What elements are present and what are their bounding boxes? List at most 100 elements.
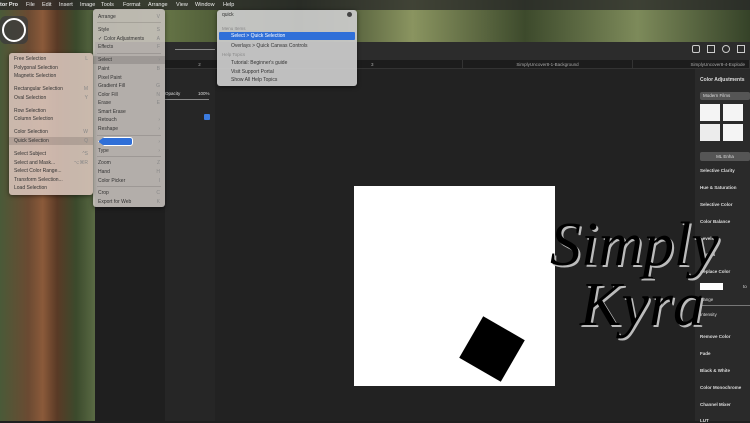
tools-menu-item[interactable]: Color Fill N bbox=[93, 91, 165, 99]
adjustment-levels[interactable]: Levels bbox=[700, 236, 714, 241]
tools-menu-item[interactable]: Style S bbox=[93, 26, 165, 34]
help-topics-header: Help Topics bbox=[222, 52, 246, 57]
menu-window[interactable]: Window bbox=[195, 2, 215, 8]
tools-menu-item[interactable]: Zoom Z bbox=[93, 159, 165, 167]
menu-format[interactable]: Format bbox=[123, 2, 140, 8]
menu-item-label: Hand bbox=[98, 169, 110, 175]
tools-menu-item[interactable]: ✓ Color Adjustments A bbox=[93, 35, 165, 43]
select-menu-item[interactable]: Magnetic Selection bbox=[9, 72, 93, 80]
help-topic[interactable]: Show All Help Topics bbox=[231, 77, 277, 83]
tools-menu-item[interactable]: Effects F bbox=[93, 43, 165, 51]
select-menu-item[interactable]: Quick Selection Q bbox=[9, 137, 93, 145]
tools-menu-item[interactable]: Smart Erase bbox=[93, 108, 165, 116]
select-menu-item[interactable]: Load Selection bbox=[9, 184, 93, 192]
menu-insert[interactable]: Insert bbox=[59, 2, 73, 8]
info-icon[interactable] bbox=[722, 45, 730, 53]
tools-menu-item[interactable]: Erase E bbox=[93, 99, 165, 107]
menu-item-label: Load Selection bbox=[14, 185, 48, 191]
menu-item-label: Effects bbox=[98, 44, 114, 50]
color-adjustments-panel: Color Adjustments Modern Films ML Enha S… bbox=[695, 69, 750, 423]
adjustment-hue-saturation[interactable]: Hue & Saturation bbox=[700, 185, 737, 190]
select-menu-item[interactable]: Color Selection W bbox=[9, 128, 93, 136]
preset-thumb[interactable] bbox=[700, 104, 720, 121]
tools-menu-item[interactable]: Gradient Fill G bbox=[93, 82, 165, 90]
app-name[interactable]: tor Pro bbox=[0, 2, 18, 8]
menu-item-label: Zoom bbox=[98, 160, 111, 166]
select-menu-item[interactable]: Select Subject ^S bbox=[9, 150, 93, 158]
clear-search-icon[interactable] bbox=[347, 12, 352, 17]
tools-menu-item[interactable]: Hand H bbox=[93, 168, 165, 176]
menu-view[interactable]: View bbox=[176, 2, 188, 8]
select-menu-item[interactable]: Select Color Range... bbox=[9, 167, 93, 175]
tools-menu-item[interactable]: Arrange V bbox=[93, 13, 165, 21]
document-canvas[interactable] bbox=[354, 186, 555, 386]
adjustment-color-monochrome[interactable]: Color Monochrome bbox=[700, 385, 741, 390]
select-menu-item[interactable]: Free Selection L bbox=[9, 55, 93, 63]
select-menu-item[interactable]: Select and Mask... ⌥⌘R bbox=[9, 159, 93, 167]
adjustment-selective-color[interactable]: Selective Color bbox=[700, 202, 733, 207]
help-topic[interactable]: Tutorial: Beginner's guide bbox=[231, 60, 287, 66]
menu-item-shortcut: › bbox=[158, 57, 160, 63]
tab-background[interactable]: SimplyUncover8-1-Background bbox=[463, 60, 633, 69]
tools-menu-item[interactable]: Color Picker I bbox=[93, 177, 165, 185]
select-menu-item[interactable]: Transform Selection... bbox=[9, 176, 93, 184]
preset-thumb[interactable] bbox=[723, 124, 743, 141]
adjustment-channel-mixer[interactable]: Channel Mixer bbox=[700, 402, 731, 407]
select-menu-item[interactable]: Column Selection bbox=[9, 115, 93, 123]
tools-menu-item[interactable]: Reshape › bbox=[93, 125, 165, 133]
tools-menu-item[interactable]: Retouch › bbox=[93, 116, 165, 124]
help-search-input[interactable]: quick bbox=[221, 11, 353, 19]
menu-item-shortcut: M bbox=[83, 86, 88, 92]
menu-item-label: Style bbox=[98, 27, 110, 33]
app-badge bbox=[0, 16, 28, 44]
export-icon[interactable] bbox=[737, 45, 745, 53]
adjustment-color-balance[interactable]: Color Balance bbox=[700, 219, 730, 224]
adjustment-fade[interactable]: Fade bbox=[700, 351, 711, 356]
preset-dropdown[interactable]: Modern Films bbox=[700, 92, 750, 100]
opacity-slider[interactable] bbox=[165, 99, 209, 100]
adjustment-remove-color[interactable]: Remove Color bbox=[700, 334, 731, 339]
tools-menu-item[interactable]: Pixel Paint bbox=[93, 74, 165, 82]
tools-menu-item[interactable]: Paint B bbox=[93, 65, 165, 73]
adjustment-curves[interactable]: Curves bbox=[700, 252, 715, 257]
tools-menu-item[interactable]: Select › bbox=[93, 56, 165, 64]
menu-separator bbox=[97, 53, 161, 54]
adjustment-replace-color[interactable]: Replace Color bbox=[700, 269, 730, 274]
menu-tools[interactable]: Tools bbox=[101, 2, 114, 8]
zoom-slider[interactable] bbox=[175, 49, 215, 50]
select-menu-item[interactable]: Polygonal Selection bbox=[9, 64, 93, 72]
screen-icon[interactable] bbox=[707, 45, 715, 53]
preset-thumb[interactable] bbox=[700, 124, 720, 141]
select-menu-item[interactable]: Rectangular Selection M bbox=[9, 85, 93, 93]
adjustment-black-white[interactable]: Black & White bbox=[700, 368, 730, 373]
layer-visibility-checkbox[interactable] bbox=[204, 114, 210, 120]
menu-file[interactable]: File bbox=[26, 2, 35, 8]
help-topic[interactable]: Visit Support Portal bbox=[231, 69, 274, 75]
menu-item-label: Smart Erase bbox=[98, 109, 126, 115]
adjustment-selective-clarity[interactable]: Selective Clarity bbox=[700, 168, 735, 173]
tools-menu-item[interactable]: Export for Web K bbox=[93, 198, 165, 206]
menu-item-shortcut: Z bbox=[156, 160, 160, 166]
help-result[interactable]: Overlays > Quick Canvas Controls bbox=[231, 43, 308, 49]
menu-item-label: Magnetic Selection bbox=[14, 73, 57, 79]
select-menu-item[interactable]: Oval Selection Y bbox=[9, 94, 93, 102]
menu-edit[interactable]: Edit bbox=[42, 2, 51, 8]
tab-explode[interactable]: SimplyUncover8-4-Explode bbox=[633, 60, 750, 69]
preset-thumb[interactable] bbox=[723, 104, 743, 121]
menu-arrange[interactable]: Arrange bbox=[148, 2, 168, 8]
range-slider[interactable] bbox=[700, 305, 750, 306]
tools-menu-item[interactable]: Crop C bbox=[93, 189, 165, 197]
menu-item-shortcut: N bbox=[156, 92, 160, 98]
help-result-selected[interactable]: Select > Quick Selection bbox=[219, 32, 355, 40]
menu-help[interactable]: Help bbox=[223, 2, 234, 8]
menu-item-label: Select Subject bbox=[14, 151, 46, 157]
color-swatch[interactable] bbox=[700, 283, 723, 290]
select-menu-item[interactable]: Row Selection bbox=[9, 107, 93, 115]
ml-enhance-button[interactable]: ML Enha bbox=[700, 152, 750, 161]
tools-menu-item[interactable]: Type › bbox=[93, 147, 165, 155]
share-icon[interactable] bbox=[692, 45, 700, 53]
tab-3[interactable]: 3 bbox=[355, 60, 463, 69]
select-submenu: Free Selection L Polygonal Selection Magnet… bbox=[9, 53, 93, 195]
to-label: to bbox=[743, 284, 747, 289]
menu-image[interactable]: Image bbox=[80, 2, 95, 8]
